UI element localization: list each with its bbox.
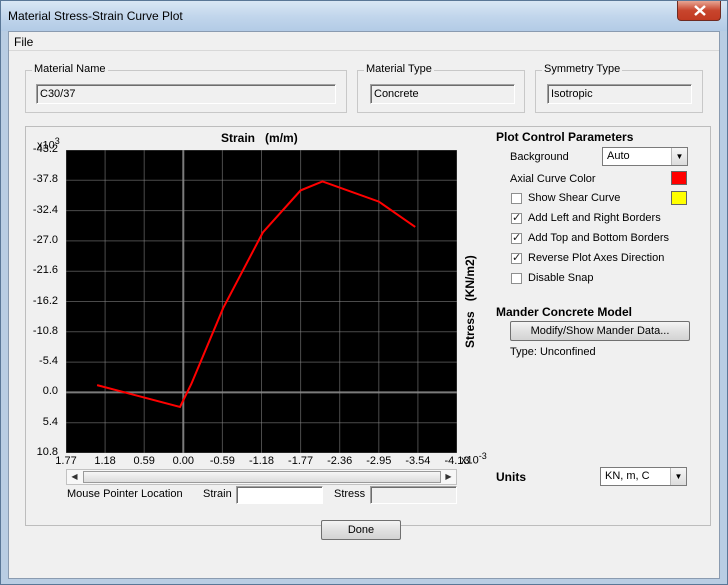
y-axis-title-text: Stress <box>463 311 477 348</box>
x-axis-title-text: Strain <box>221 131 256 145</box>
x-axis-title: Strain (m/m) <box>221 131 298 145</box>
menu-bar: File <box>9 32 719 51</box>
scroll-left-icon[interactable]: ◀ <box>67 470 82 484</box>
shear-color-swatch[interactable] <box>671 191 687 205</box>
y-tick-label: 5.4 <box>42 415 58 428</box>
y-tick-label: -37.8 <box>32 173 58 186</box>
mander-data-button[interactable]: Modify/Show Mander Data... <box>510 321 690 341</box>
x-tick-label: 0.00 <box>172 455 194 467</box>
material-name-label: Material Name <box>32 63 108 75</box>
x-tick-label: 1.77 <box>55 455 77 467</box>
chevron-down-icon[interactable]: ▼ <box>670 468 686 485</box>
units-select[interactable]: KN, m, C ▼ <box>600 467 687 486</box>
symmetry-type-label: Symmetry Type <box>542 63 623 75</box>
material-type-label: Material Type <box>364 63 434 75</box>
chevron-down-icon[interactable]: ▼ <box>671 148 687 165</box>
material-type-field: Concrete <box>370 84 515 104</box>
show-shear-label: Show Shear Curve <box>528 192 621 204</box>
material-name-field: C30/37 <box>36 84 336 104</box>
x-multiplier-base: x10 <box>461 454 479 467</box>
y-tick-label: -5.4 <box>39 355 58 368</box>
plot-scrollbar[interactable]: ◀ ▶ <box>66 469 457 485</box>
reverse-axes-label: Reverse Plot Axes Direction <box>528 252 665 264</box>
title-bar[interactable]: Material Stress-Strain Curve Plot <box>1 1 727 31</box>
close-icon <box>694 5 706 16</box>
y-tick-label: -32.4 <box>32 203 58 216</box>
close-button[interactable] <box>677 1 721 21</box>
y-axis-title: Stress (KN/m2) <box>463 255 477 348</box>
material-name-group: Material Name C30/37 <box>25 63 347 113</box>
lr-borders-checkbox[interactable] <box>511 211 522 224</box>
plot-control-heading: Plot Control Parameters <box>496 130 634 144</box>
disable-snap-checkbox[interactable] <box>511 273 522 284</box>
symmetry-type-group: Symmetry Type Isotropic <box>535 63 703 113</box>
x-multiplier: x10-3 <box>461 451 487 467</box>
y-tick-label: 0.0 <box>42 385 58 398</box>
reverse-axes-checkbox[interactable] <box>511 251 522 264</box>
lr-borders-label: Add Left and Right Borders <box>528 212 661 224</box>
menu-file[interactable]: File <box>14 35 33 49</box>
units-label: Units <box>496 470 526 484</box>
y-tick-label: -21.6 <box>32 264 58 277</box>
scroll-thumb[interactable] <box>83 471 441 483</box>
stress-strain-chart <box>65 149 458 454</box>
x-tick-label: -2.36 <box>327 455 353 467</box>
y-tick-label: -10.8 <box>32 324 58 337</box>
strain-readout <box>236 486 323 504</box>
show-shear-checkbox[interactable] <box>511 193 522 204</box>
axial-color-label: Axial Curve Color <box>510 173 596 185</box>
window-title: Material Stress-Strain Curve Plot <box>8 9 183 23</box>
tb-borders-checkbox[interactable] <box>511 231 522 244</box>
x-tick-label: 0.59 <box>133 455 155 467</box>
x-tick-label: -3.54 <box>405 455 431 467</box>
y-tick-label: -27.0 <box>32 233 58 246</box>
stress-label: Stress <box>334 488 366 500</box>
mouse-location-label: Mouse Pointer Location <box>67 488 183 500</box>
background-select[interactable]: Auto ▼ <box>602 147 688 166</box>
plot-area[interactable] <box>65 149 458 454</box>
x-tick-label: -1.18 <box>248 455 275 467</box>
units-select-value: KN, m, C <box>605 470 650 482</box>
done-button[interactable]: Done <box>321 520 401 540</box>
mander-heading: Mander Concrete Model <box>496 305 633 319</box>
tb-borders-label: Add Top and Bottom Borders <box>528 232 670 244</box>
x-tick-label: 1.18 <box>94 455 116 467</box>
x-tick-label: -2.95 <box>366 455 392 467</box>
y-tick-label: -16.2 <box>32 294 58 307</box>
x-tick-label: -1.77 <box>288 455 314 467</box>
x-multiplier-exp: -3 <box>478 451 487 461</box>
symmetry-type-field: Isotropic <box>547 84 692 104</box>
x-axis-units: (m/m) <box>265 131 298 145</box>
y-axis-units: (KN/m2) <box>463 255 477 302</box>
mander-type-text: Type: Unconfined <box>510 346 596 358</box>
material-type-group: Material Type Concrete <box>357 63 525 113</box>
y-tick-label: -43.2 <box>32 143 58 155</box>
stress-readout <box>370 486 457 504</box>
background-label: Background <box>510 151 569 163</box>
axial-color-swatch[interactable] <box>671 171 687 185</box>
x-tick-label: -0.59 <box>209 455 235 467</box>
strain-label: Strain <box>203 488 232 500</box>
scroll-right-icon[interactable]: ▶ <box>441 470 456 484</box>
stress-strain-curve <box>96 180 416 409</box>
disable-snap-label: Disable Snap <box>528 272 594 284</box>
background-select-value: Auto <box>607 150 630 162</box>
